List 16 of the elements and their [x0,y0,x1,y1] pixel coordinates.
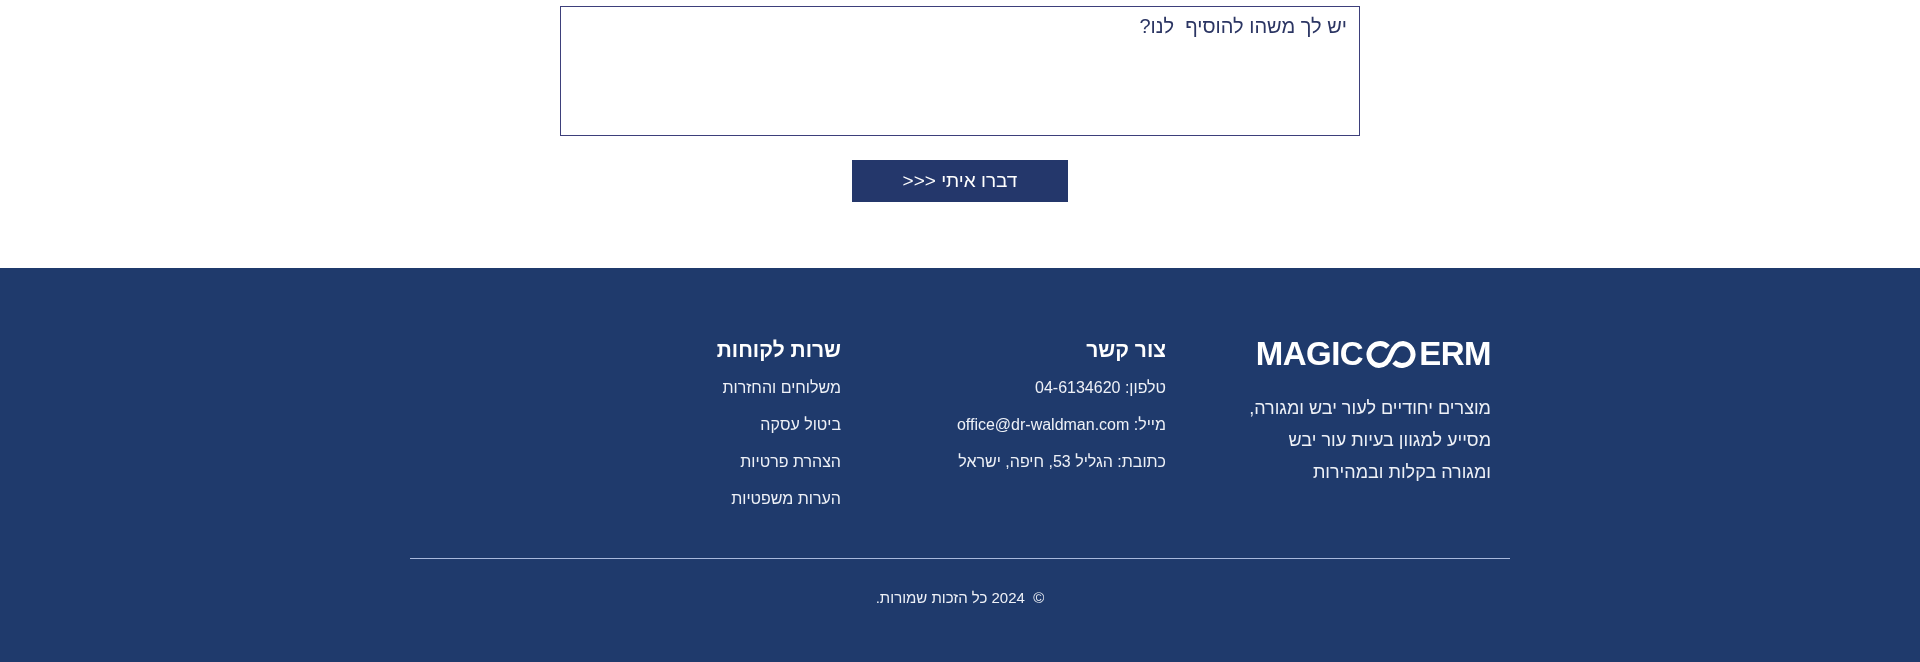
footer-link[interactable]: הצהרת פרטיות [740,452,841,472]
copyright-text: © 2024 כל הזכות שמורות. [874,588,1046,608]
logo-text: ERM [1419,336,1491,372]
message-field[interactable]: יש לך משהו להוסיף לנו? [560,6,1360,136]
footer-link[interactable]: משלוחים והחזרות [722,378,841,398]
footer-link[interactable]: טלפון: 04-6134620 [1035,378,1166,398]
column-heading: צור קשר [1086,337,1166,363]
column-heading: שרות לקוחות [716,337,841,363]
footer-link[interactable]: כתובת: הגליל 53, חיפה, ישראל [958,452,1166,472]
brand-description: מוצרים יחודיים לעור יבש ומגורה, מסייע למגוון בעיות עור יבש ומגורה בקלות ובמהירות [1248,397,1491,484]
logo-text: MAGIC [1255,336,1364,372]
footer-link[interactable]: מייל: office@dr-waldman.com [956,415,1166,435]
infinity-loop-icon [1365,339,1418,369]
footer-link[interactable]: ביטול עסקה [760,415,841,435]
footer-link[interactable]: הערות משפטיות [731,489,841,509]
submit-button[interactable]: >>> דברו איתי [852,160,1068,202]
